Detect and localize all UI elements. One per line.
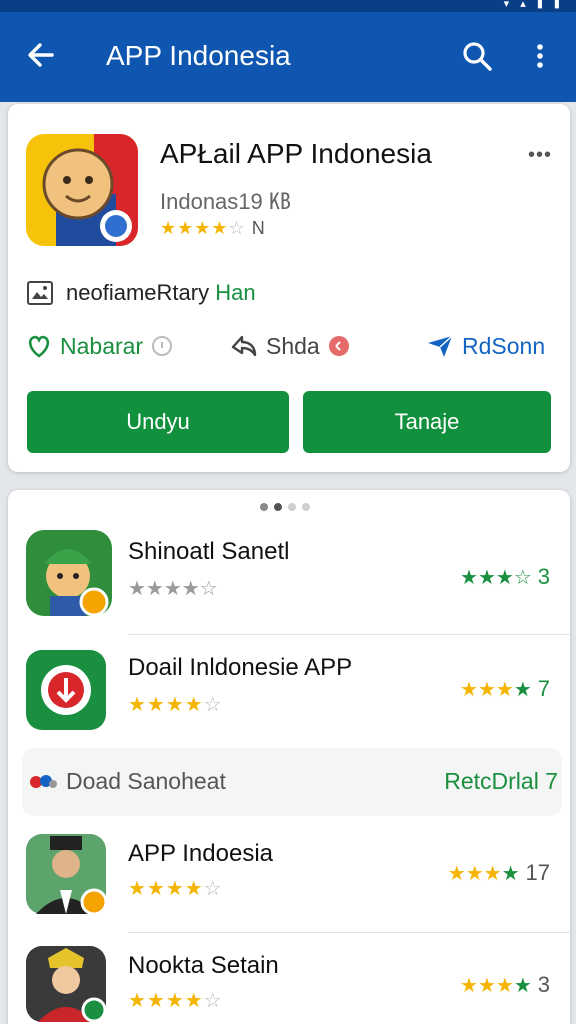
page-dot <box>288 503 296 511</box>
rating-count: 3 <box>537 972 550 997</box>
image-document-icon <box>27 281 53 305</box>
more-vert-icon[interactable] <box>528 39 552 73</box>
app-name: APP Indoesia <box>128 840 273 867</box>
info-circle-icon <box>152 336 173 356</box>
open-button[interactable]: Tanaje <box>303 391 551 453</box>
favorite-label: Nabarar <box>60 332 144 359</box>
action-row: Nabarar Shda RdSonn <box>26 328 554 364</box>
rating-count: 3 <box>537 564 550 589</box>
rating-count: 17 <box>525 860 550 885</box>
page-dot <box>260 503 268 511</box>
app-icon <box>26 530 112 617</box>
share-badge-icon <box>328 336 349 356</box>
app-icon <box>26 834 108 916</box>
rating-stars: ★★★★☆ <box>128 990 223 1012</box>
page-title: APP Indonesia <box>106 40 291 71</box>
list-item[interactable]: Shinoatl Sanetl ★★★★☆ ★★★☆ 3 <box>8 526 570 638</box>
rating-summary: ★★★★ 3 <box>460 972 550 997</box>
app-name: Doail Inldonesie APP <box>128 654 353 681</box>
page-indicator <box>260 503 310 511</box>
rating-count: 7 <box>537 676 550 701</box>
section-header: Doad Sanoheat RetcDrlal 7 <box>22 748 562 816</box>
page-dot <box>302 503 310 511</box>
section-title: Doad Sanoheat <box>66 768 226 794</box>
section-link[interactable]: RetcDrlal 7 <box>444 768 558 795</box>
rating-stars: ★★★☆ <box>460 567 532 589</box>
install-button[interactable]: Undyu <box>27 391 289 453</box>
overflow-dots-icon[interactable]: ••• <box>528 144 552 167</box>
rating-summary: ★★★☆ 3 <box>460 564 550 590</box>
search-icon[interactable] <box>460 39 494 73</box>
rating-summary: ★★★★ 7 <box>460 676 550 701</box>
rating-summary: ★★★★ 17 <box>447 860 550 885</box>
app-icon <box>26 134 138 246</box>
arrow-left-icon[interactable] <box>24 38 58 72</box>
send-icon <box>428 335 453 357</box>
doc-text-green: Han <box>215 280 256 305</box>
app-bar: APP Indonesia <box>0 12 576 102</box>
status-bar: ▾ ▴ ▮ ▮ <box>0 0 576 12</box>
developer-name[interactable]: Indonas19 ㎅ <box>160 184 291 216</box>
page-dot <box>274 503 282 511</box>
app-icon <box>26 650 106 730</box>
doc-row[interactable]: neofiameRtary Han <box>26 278 546 310</box>
app-name: Shinoatl Sanetl <box>128 538 290 565</box>
heart-outline-icon <box>28 335 50 358</box>
send-action[interactable]: RdSonn <box>426 328 545 364</box>
rating-stars: ★★★★☆ <box>128 694 223 716</box>
list-item[interactable]: Doail Inldonesie APP ★★★★☆ ★★★★ 7 <box>8 642 570 752</box>
rating-stars: ★★★★☆ <box>128 578 218 600</box>
list-item[interactable]: APP Indoesia ★★★★☆ ★★★★ 17 <box>8 830 570 930</box>
send-label: RdSonn <box>462 332 546 359</box>
status-icons: ▾ ▴ ▮ ▮ <box>503 0 564 10</box>
app-name: Nooktа Setain <box>128 952 279 979</box>
doc-text: neofiameRtary Han <box>66 280 256 305</box>
rating-stars: ★★★★☆ <box>128 878 223 900</box>
favorite-action[interactable]: Nabarar <box>26 328 173 364</box>
app-list-card: Shinoatl Sanetl ★★★★☆ ★★★☆ 3 Doail Inldon… <box>8 490 570 1024</box>
share-label: Shda <box>266 332 320 359</box>
people-icon <box>30 775 57 788</box>
app-rating: ★★★★☆ N <box>160 218 265 239</box>
share-icon <box>231 335 257 357</box>
divider <box>128 634 570 635</box>
list-item[interactable]: Nooktа Setain ★★★★☆ ★★★★ 3 <box>8 942 570 1024</box>
rating-suffix: N <box>251 218 265 238</box>
rating-stars: ★★★★☆ <box>160 218 246 238</box>
app-name: APŁail APP Indonesia <box>160 138 432 169</box>
share-action[interactable]: Shda <box>230 328 350 364</box>
app-icon <box>26 946 107 1023</box>
app-detail-card: APŁail APP Indonesia ••• Indonas19 ㎅ ★★★… <box>8 104 570 472</box>
divider <box>128 932 570 933</box>
